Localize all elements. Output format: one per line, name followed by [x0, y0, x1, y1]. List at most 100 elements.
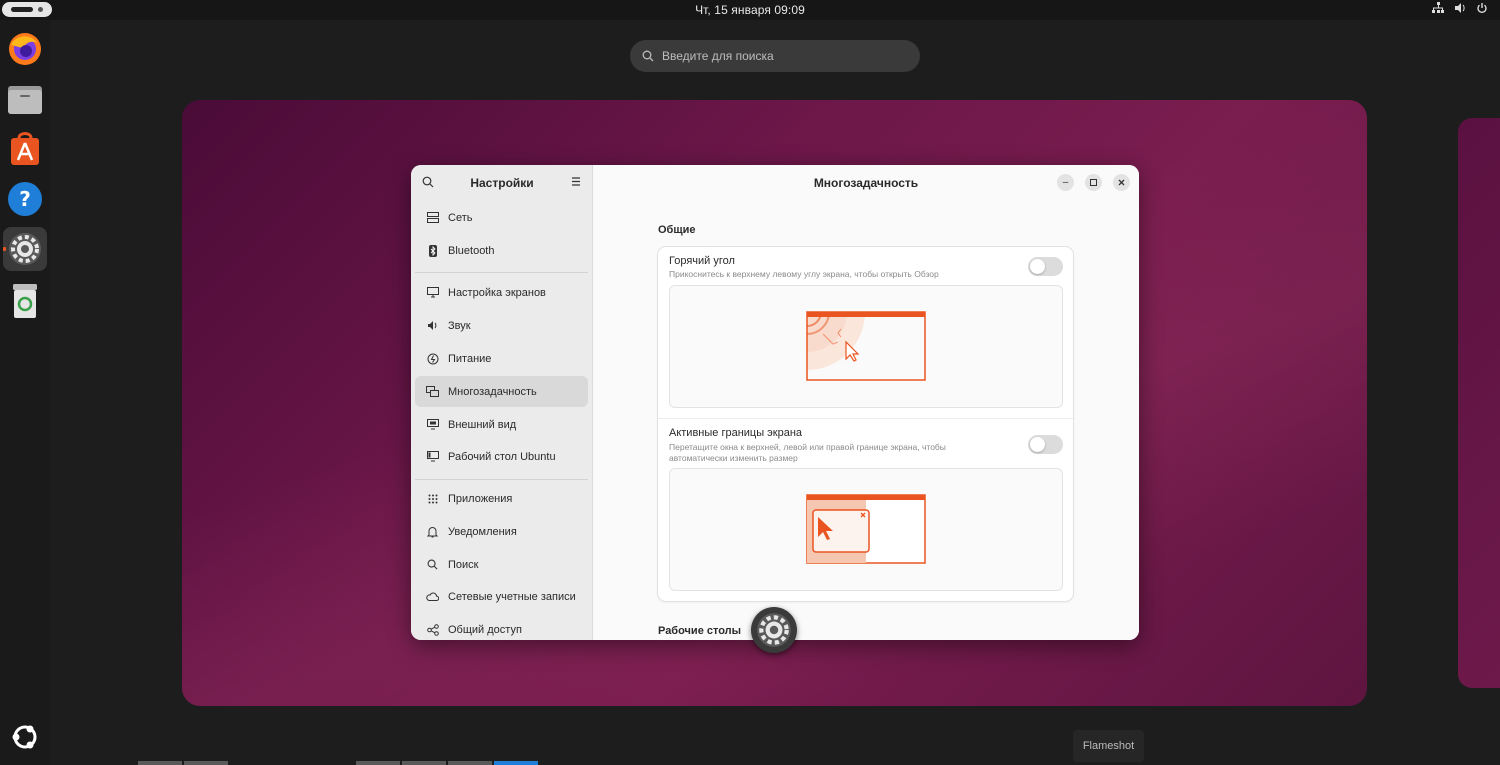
power-icon — [426, 352, 439, 365]
sidebar-item-label: Звук — [448, 319, 471, 332]
sidebar-item-label: Настройка экранов — [448, 286, 546, 299]
toggle-knob — [1030, 259, 1045, 274]
power-icon[interactable] — [1476, 2, 1488, 14]
sidebar-item-label: Bluetooth — [448, 244, 495, 257]
settings-content: Многозадачность – Общие Горячий угол При… — [593, 165, 1139, 640]
close-button[interactable] — [1113, 174, 1130, 191]
dock: ? — [0, 20, 50, 765]
firefox-icon — [9, 33, 41, 65]
sidebar-item-network[interactable]: Сеть — [415, 202, 588, 233]
sidebar-separator — [415, 479, 588, 480]
minimize-button[interactable]: – — [1057, 174, 1074, 191]
show-apps-button[interactable] — [8, 720, 42, 754]
flameshot-label: Flameshot — [1073, 730, 1144, 762]
sidebar-item-ubuntu-desktop[interactable]: Рабочий стол Ubuntu — [415, 441, 588, 472]
sidebar-item-label: Общий доступ — [448, 623, 522, 636]
sidebar-item-label: Многозадачность — [448, 385, 537, 398]
multitasking-icon — [426, 385, 439, 398]
sidebar-header: Настройки — [411, 165, 593, 199]
svg-text:?: ? — [19, 187, 31, 211]
network-icon — [426, 211, 439, 224]
sidebar-item-label: Сетевые учетные записи — [448, 590, 576, 603]
sidebar-item-notifications[interactable]: Уведомления — [415, 516, 588, 547]
ubuntu-desktop-icon — [426, 450, 439, 463]
section-general-label: Общие — [658, 224, 696, 236]
sidebar-item-multitasking[interactable]: Многозадачность — [415, 376, 588, 407]
window-app-icon[interactable] — [751, 607, 797, 653]
hot-corner-subtitle: Прикоснитесь к верхнему левому углу экра… — [669, 269, 939, 279]
apps-grid-icon — [426, 492, 439, 505]
sidebar-item-bluetooth[interactable]: Bluetooth — [415, 235, 588, 266]
dock-item-settings[interactable] — [3, 227, 47, 271]
ubuntu-logo-icon — [12, 725, 37, 749]
sidebar-item-label: Питание — [448, 352, 492, 365]
volume-icon[interactable] — [1454, 2, 1466, 14]
toggle-knob — [1030, 437, 1045, 452]
sidebar-item-sound[interactable]: Звук — [415, 310, 588, 341]
search-icon — [426, 558, 439, 571]
active-edges-title: Активные границы экрана — [669, 427, 803, 439]
trash-icon — [13, 284, 37, 318]
sidebar-item-online-accounts[interactable]: Сетевые учетные записи — [415, 581, 588, 612]
settings-window[interactable]: Настройки Сеть Bluetooth Настройка экран… — [411, 165, 1139, 640]
app-center-icon — [11, 132, 39, 165]
share-icon — [426, 623, 439, 636]
hot-corner-toggle[interactable] — [1028, 257, 1063, 276]
running-indicator — [3, 247, 6, 251]
dock-item-help[interactable]: ? — [3, 177, 47, 221]
sidebar-item-label: Сеть — [448, 211, 473, 224]
search-placeholder: Введите для поиска — [662, 49, 774, 63]
active-edges-illustration-image — [806, 494, 926, 564]
active-edges-subtitle: Перетащите окна к верхней, левой или пра… — [669, 442, 946, 463]
sidebar-item-power[interactable]: Питание — [415, 343, 588, 374]
appearance-icon — [426, 418, 439, 431]
workspace-thumbnails-strip — [138, 761, 538, 765]
sidebar-item-displays[interactable]: Настройка экранов — [415, 277, 588, 308]
maximize-icon — [1090, 179, 1097, 186]
hamburger-menu-icon[interactable] — [571, 177, 581, 186]
settings-gear-icon — [757, 613, 791, 647]
minimize-icon: – — [1062, 177, 1069, 188]
sidebar-title: Настройки — [470, 176, 534, 190]
close-icon — [1118, 179, 1125, 186]
search-icon — [642, 50, 654, 62]
system-tray[interactable] — [1432, 2, 1488, 14]
hot-corner-title: Горячий угол — [669, 255, 735, 267]
display-icon — [426, 286, 439, 299]
sidebar-item-appearance[interactable]: Внешний вид — [415, 409, 588, 440]
sidebar-item-label: Уведомления — [448, 525, 517, 538]
files-icon — [8, 86, 42, 114]
section-workspaces-label: Рабочие столы — [658, 625, 742, 637]
general-card: Горячий угол Прикоснитесь к верхнему лев… — [658, 247, 1073, 601]
dock-item-app-center[interactable] — [3, 127, 47, 171]
dock-item-firefox[interactable] — [3, 27, 47, 71]
sidebar-item-sharing[interactable]: Общий доступ — [415, 614, 588, 640]
active-edges-illustration — [669, 468, 1063, 591]
active-edges-toggle[interactable] — [1028, 435, 1063, 454]
cloud-icon — [426, 590, 439, 603]
dock-item-files[interactable] — [3, 77, 47, 121]
settings-sidebar: Настройки Сеть Bluetooth Настройка экран… — [411, 165, 593, 640]
hot-corner-illustration — [669, 285, 1063, 408]
sidebar-item-label: Приложения — [448, 492, 513, 505]
help-icon: ? — [8, 182, 42, 216]
settings-gear-icon — [9, 233, 41, 265]
sidebar-item-label: Внешний вид — [448, 418, 517, 431]
sidebar-item-search[interactable]: Поиск — [415, 549, 588, 580]
row-separator — [658, 418, 1073, 419]
bluetooth-icon — [426, 244, 439, 257]
dock-item-trash[interactable] — [3, 279, 47, 323]
hot-corner-illustration-image — [806, 311, 926, 381]
overview-search[interactable]: Введите для поиска — [630, 40, 920, 72]
sidebar-separator — [415, 272, 588, 273]
sidebar-item-label: Поиск — [448, 558, 479, 571]
sidebar-item-apps[interactable]: Приложения — [415, 483, 588, 514]
sidebar-item-label: Рабочий стол Ubuntu — [448, 450, 556, 463]
maximize-button[interactable] — [1085, 174, 1102, 191]
top-bar: Чт, 15 января 09:09 — [0, 0, 1500, 20]
sound-icon — [426, 319, 439, 332]
network-icon[interactable] — [1432, 2, 1444, 14]
next-workspace-thumbnail[interactable] — [1458, 118, 1500, 688]
bell-icon — [426, 525, 439, 538]
clock[interactable]: Чт, 15 января 09:09 — [0, 3, 1500, 17]
